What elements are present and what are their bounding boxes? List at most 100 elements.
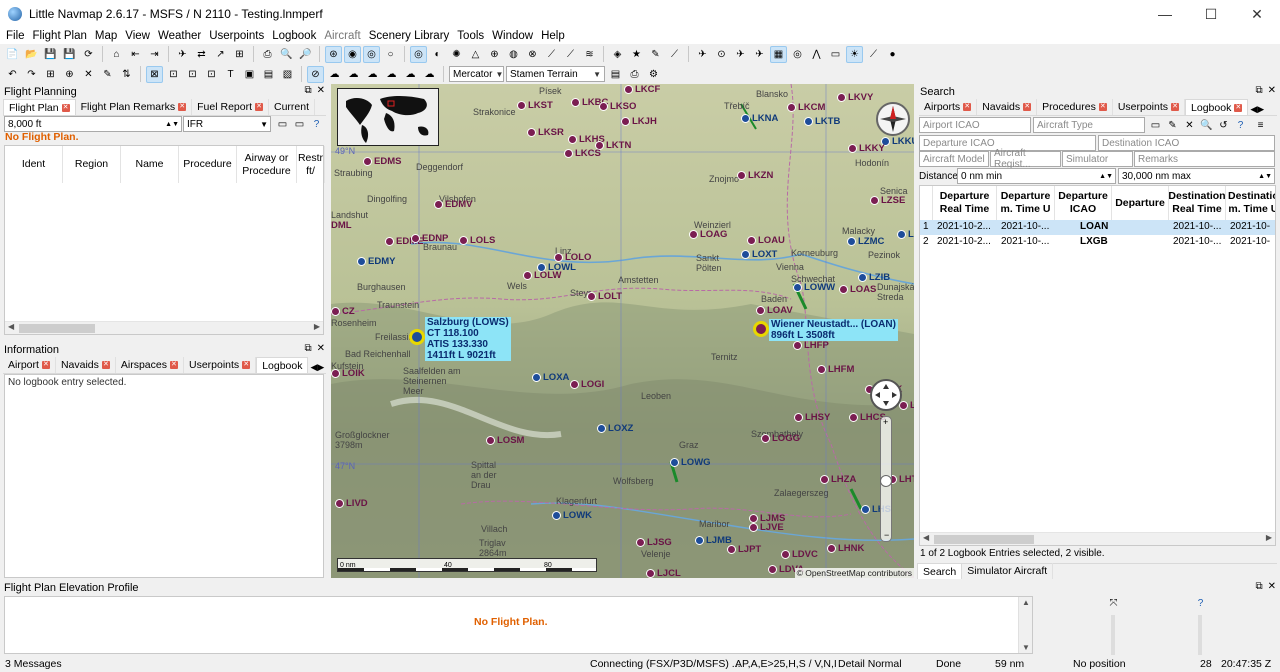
airport-symbol[interactable]: LZSE (870, 195, 905, 206)
home-icon[interactable]: ⌂ (108, 46, 125, 63)
weather-icon-6[interactable]: ☁ (421, 66, 438, 83)
airport-symbol[interactable]: EDMV (434, 199, 472, 210)
close-tab-icon[interactable]: ✕ (1023, 103, 1032, 111)
distance-min-field[interactable]: 0 nm min ▲▼ (957, 168, 1116, 184)
logbook-icon[interactable]: ✎ (647, 46, 664, 63)
destination-icao-input[interactable]: Destination ICAO (1098, 135, 1275, 151)
reload-icon[interactable]: ⟳ (80, 46, 97, 63)
wind-icon[interactable]: ⊗ (524, 46, 541, 63)
close-tab-icon[interactable]: ✕ (169, 361, 178, 369)
close-dock-icon[interactable]: ✕ (317, 85, 325, 96)
aircraft-center-icon[interactable]: ⊙ (713, 46, 730, 63)
airport-symbol[interactable]: EDNP (411, 233, 448, 244)
messages-status[interactable]: 3 Messages (5, 658, 62, 670)
tab-airspaces[interactable]: Airspaces ✕ (116, 357, 184, 373)
airport-symbol[interactable]: LOGI (570, 379, 604, 390)
zoom-slider[interactable]: + − (880, 416, 892, 542)
delete-entry-icon[interactable]: ✕ (1181, 117, 1198, 134)
column-header-departure-sim-time[interactable]: Departure m. Time U (997, 186, 1055, 220)
close-tab-icon[interactable]: ✕ (41, 361, 50, 369)
airport-symbol[interactable]: LKNA (741, 113, 778, 124)
vor-icon[interactable]: ⊛ (325, 45, 342, 63)
close-tab-icon[interactable]: ✕ (178, 103, 187, 111)
print-icon[interactable]: ⎙ (259, 46, 276, 63)
zoom-handle[interactable] (880, 475, 892, 487)
holding-icon[interactable]: △ (467, 46, 484, 63)
weather-icon-3[interactable]: ☁ (364, 66, 381, 83)
profile-height-slider[interactable] (1198, 615, 1202, 655)
airport-symbol[interactable]: LOWW (793, 282, 835, 293)
airport-symbol[interactable]: EDMY (357, 256, 395, 267)
map-print-icon[interactable]: ⎙ (626, 66, 643, 83)
airport-symbol[interactable]: CZ (331, 306, 355, 317)
airport-symbol[interactable]: LHFP (793, 340, 829, 351)
airport-callout-wiener-neustadt[interactable]: Wiener Neustadt... (LOAN) 896ft L 3508ft (769, 319, 898, 341)
airport-symbol[interactable]: LOWG (670, 457, 711, 468)
undo-icon[interactable]: ↶ (4, 66, 21, 83)
select-icon[interactable]: ⊞ (42, 66, 59, 83)
logbook-direct-icon[interactable]: ⟋ (666, 46, 683, 63)
menu-view[interactable]: View (121, 30, 154, 42)
show-departure-icon[interactable]: ⊡ (165, 66, 182, 83)
reset-icon[interactable]: ↺ (1215, 117, 1232, 134)
open-flight-plan-icon[interactable]: 📂 (23, 46, 40, 63)
tab-flight-plan[interactable]: Flight Plan ✕ (3, 99, 76, 115)
airport-symbol[interactable]: LOAU (747, 235, 785, 246)
route-reverse-icon[interactable]: ⇄ (193, 46, 210, 63)
flight-rules-select[interactable]: IFR ▼ (183, 116, 271, 132)
range-rings-icon[interactable]: ◎ (789, 46, 806, 63)
menu-weather[interactable]: Weather (154, 30, 205, 42)
close-button[interactable]: ✕ (1234, 0, 1280, 28)
map-back-icon[interactable]: ⇤ (127, 46, 144, 63)
airport-symbol[interactable]: DML (331, 220, 352, 231)
theme-select[interactable]: Stamen Terrain ▼ (506, 66, 605, 82)
column-header-departure[interactable]: Departure (1112, 186, 1169, 220)
highlight-airport-icon[interactable] (409, 329, 425, 345)
show-approach-icon[interactable]: ⊡ (203, 66, 220, 83)
airport-symbol[interactable]: LKCS (564, 148, 601, 159)
ai-aircraft-icon[interactable]: ✈ (732, 46, 749, 63)
float-icon[interactable]: ⧉ (1255, 85, 1262, 96)
table-row[interactable]: 2 2021-10-2... 2021-10-... LXGB 2021-10-… (920, 235, 1275, 250)
move-leg-icon[interactable]: ⇅ (118, 66, 135, 83)
map-pan-control[interactable] (870, 379, 902, 411)
airport-symbol[interactable]: LOAS (839, 284, 876, 295)
tab-overflow-icon[interactable]: ◀▶ (1248, 104, 1266, 115)
scroll-right-icon[interactable]: ▶ (1266, 533, 1272, 542)
measure-icon[interactable]: ⟋ (865, 46, 882, 63)
grid-icon[interactable]: ▦ (770, 45, 787, 63)
close-tab-icon[interactable]: ✕ (255, 103, 263, 111)
table-row[interactable]: 1 2021-10-2... 2021-10-... LOAN 2021-10-… (920, 220, 1275, 235)
airport-symbol[interactable]: LDVC (781, 549, 818, 560)
airport-symbol[interactable]: LOXZ (597, 423, 633, 434)
airport-symbol[interactable]: LOSM (486, 435, 524, 446)
close-tab-icon[interactable]: ✕ (1098, 103, 1107, 111)
filter-icon[interactable]: ▭ (1147, 117, 1164, 134)
tab-userpoints[interactable]: Userpoints ✕ (184, 357, 257, 373)
airport-symbol[interactable]: LZIB (858, 272, 890, 283)
help-icon[interactable]: ? (308, 116, 325, 133)
menu-tools[interactable]: Tools (453, 30, 488, 42)
vfr-icon[interactable]: ◍ (505, 46, 522, 63)
show-chart-icon[interactable]: ▤ (260, 66, 277, 83)
tab-airports[interactable]: Airports ✕ (919, 99, 978, 115)
route-select-icon[interactable]: ⊞ (231, 46, 248, 63)
route-edit-icon[interactable]: ▭ (291, 116, 308, 133)
aircraft-icon[interactable]: ✈ (694, 46, 711, 63)
airport-symbol[interactable]: LOLW (523, 270, 561, 281)
track-icon[interactable]: ≋ (581, 46, 598, 63)
close-dock-icon[interactable]: ✕ (317, 343, 325, 354)
column-header-restriction[interactable]: Restr ft/ (297, 146, 325, 183)
map-view[interactable]: Písek Strakonice Blansko Třebíč Znojmo H… (331, 84, 914, 578)
float-icon[interactable]: ⧉ (1255, 581, 1262, 592)
route-calc-icon[interactable]: ✈ (174, 46, 191, 63)
save-as-icon[interactable]: 💾 (61, 46, 78, 63)
show-all-icon[interactable]: ⊠ (146, 65, 163, 83)
distance-max-field[interactable]: 30,000 nm max ▲▼ (1118, 168, 1275, 184)
tab-search[interactable]: Search (917, 563, 963, 579)
airport-symbol[interactable]: LKSO (599, 101, 636, 112)
close-tab-icon[interactable]: ✕ (1234, 103, 1243, 112)
menu-icon[interactable]: ≡ (1252, 117, 1269, 134)
waypoint-icon[interactable]: ◎ (363, 45, 380, 63)
save-flight-plan-icon[interactable]: 💾 (42, 46, 59, 63)
